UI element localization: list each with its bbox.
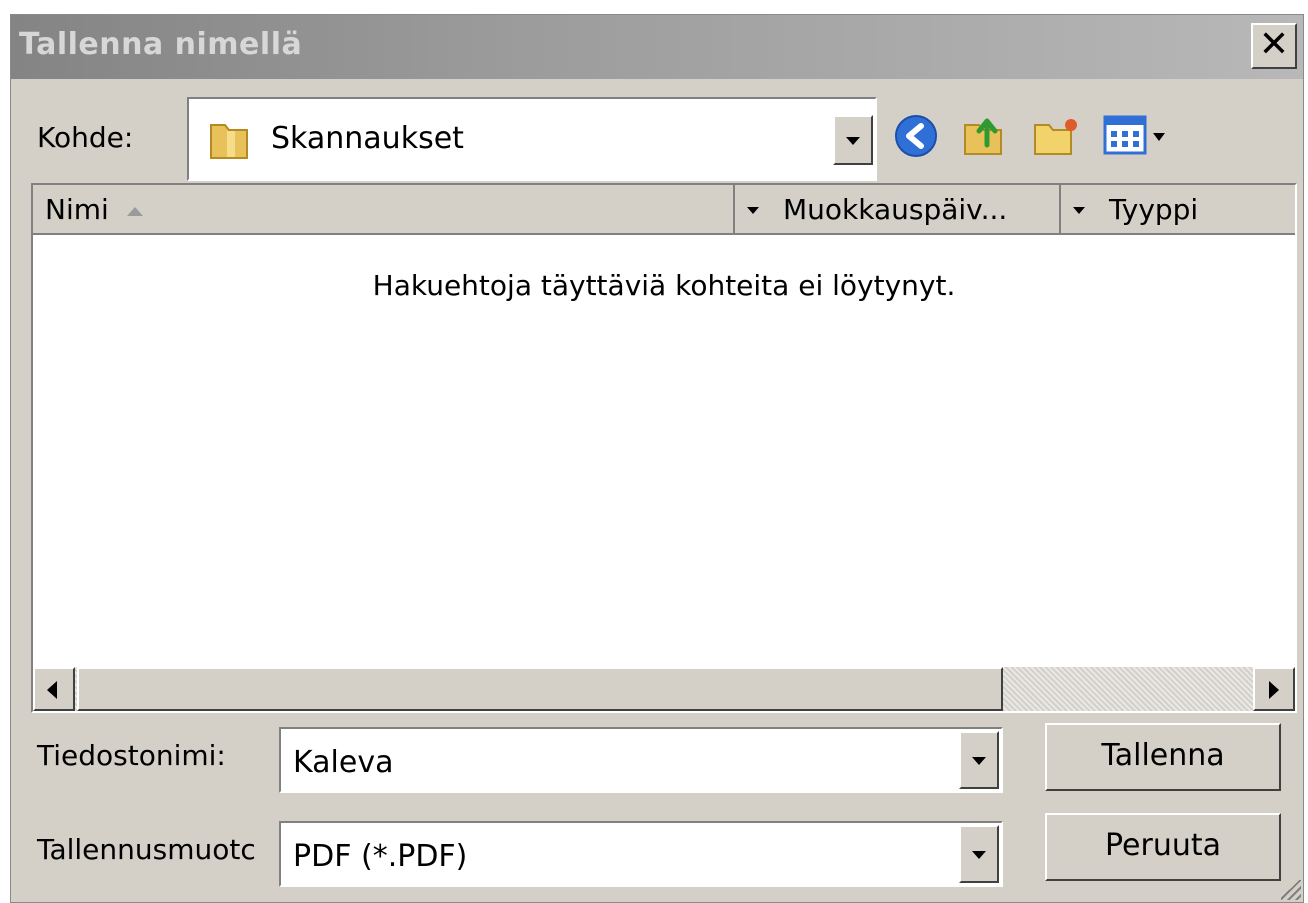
column-header-type[interactable]: Tyyppi (1097, 185, 1297, 233)
filename-input[interactable]: Kaleva (293, 745, 393, 780)
column-name-filter-button[interactable] (739, 189, 769, 231)
resize-grip-icon[interactable] (1281, 880, 1301, 900)
save-button[interactable]: Tallenna (1045, 723, 1281, 791)
save-as-dialog: Tallenna nimellä ✕ Kohde: Skannaukset Ni… (10, 14, 1304, 903)
location-combo[interactable]: Skannaukset (187, 97, 877, 181)
format-value: PDF (*.PDF) (293, 839, 468, 874)
column-type-label: Tyyppi (1109, 193, 1199, 226)
format-dropdown-button[interactable] (959, 825, 999, 883)
column-modified-label: Muokkauspäiv... (783, 193, 1008, 226)
close-icon: ✕ (1258, 24, 1290, 65)
cancel-button[interactable]: Peruuta (1045, 813, 1281, 881)
scroll-left-button[interactable] (33, 667, 75, 711)
column-name-label: Nimi (45, 193, 109, 226)
file-list[interactable]: Nimi Muokkauspäiv... Tyyppi Hakuehtoja t… (31, 183, 1297, 713)
scroll-right-button[interactable] (1253, 667, 1295, 711)
up-folder-icon[interactable] (959, 109, 1009, 159)
view-menu-icon[interactable] (1101, 111, 1173, 161)
column-header-modified[interactable]: Muokkauspäiv... (771, 185, 1061, 233)
format-combo[interactable]: PDF (*.PDF) (279, 821, 1003, 887)
format-label: Tallennusmuotc (37, 833, 256, 866)
empty-list-message: Hakuehtoja täyttäviä kohteita ei löytyny… (372, 269, 956, 302)
list-header: Nimi Muokkauspäiv... Tyyppi (33, 185, 1295, 235)
sort-ascending-icon (126, 206, 143, 216)
location-label: Kohde: (37, 121, 134, 154)
dialog-title: Tallenna nimellä (19, 27, 303, 62)
filename-dropdown-button[interactable] (959, 731, 999, 789)
back-icon[interactable] (891, 111, 941, 161)
scroll-thumb[interactable] (77, 667, 1003, 711)
filename-combo[interactable]: Kaleva (279, 727, 1003, 793)
title-bar[interactable]: Tallenna nimellä ✕ (11, 15, 1303, 79)
location-value: Skannaukset (271, 121, 464, 156)
filename-label: Tiedostonimi: (37, 739, 226, 772)
folder-icon (210, 124, 248, 159)
column-header-name[interactable]: Nimi (33, 185, 735, 233)
horizontal-scrollbar[interactable] (33, 667, 1295, 711)
new-folder-icon[interactable] (1031, 111, 1081, 161)
location-dropdown-button[interactable] (833, 115, 873, 165)
column-modified-filter-button[interactable] (1065, 189, 1095, 231)
close-button[interactable]: ✕ (1251, 23, 1297, 69)
